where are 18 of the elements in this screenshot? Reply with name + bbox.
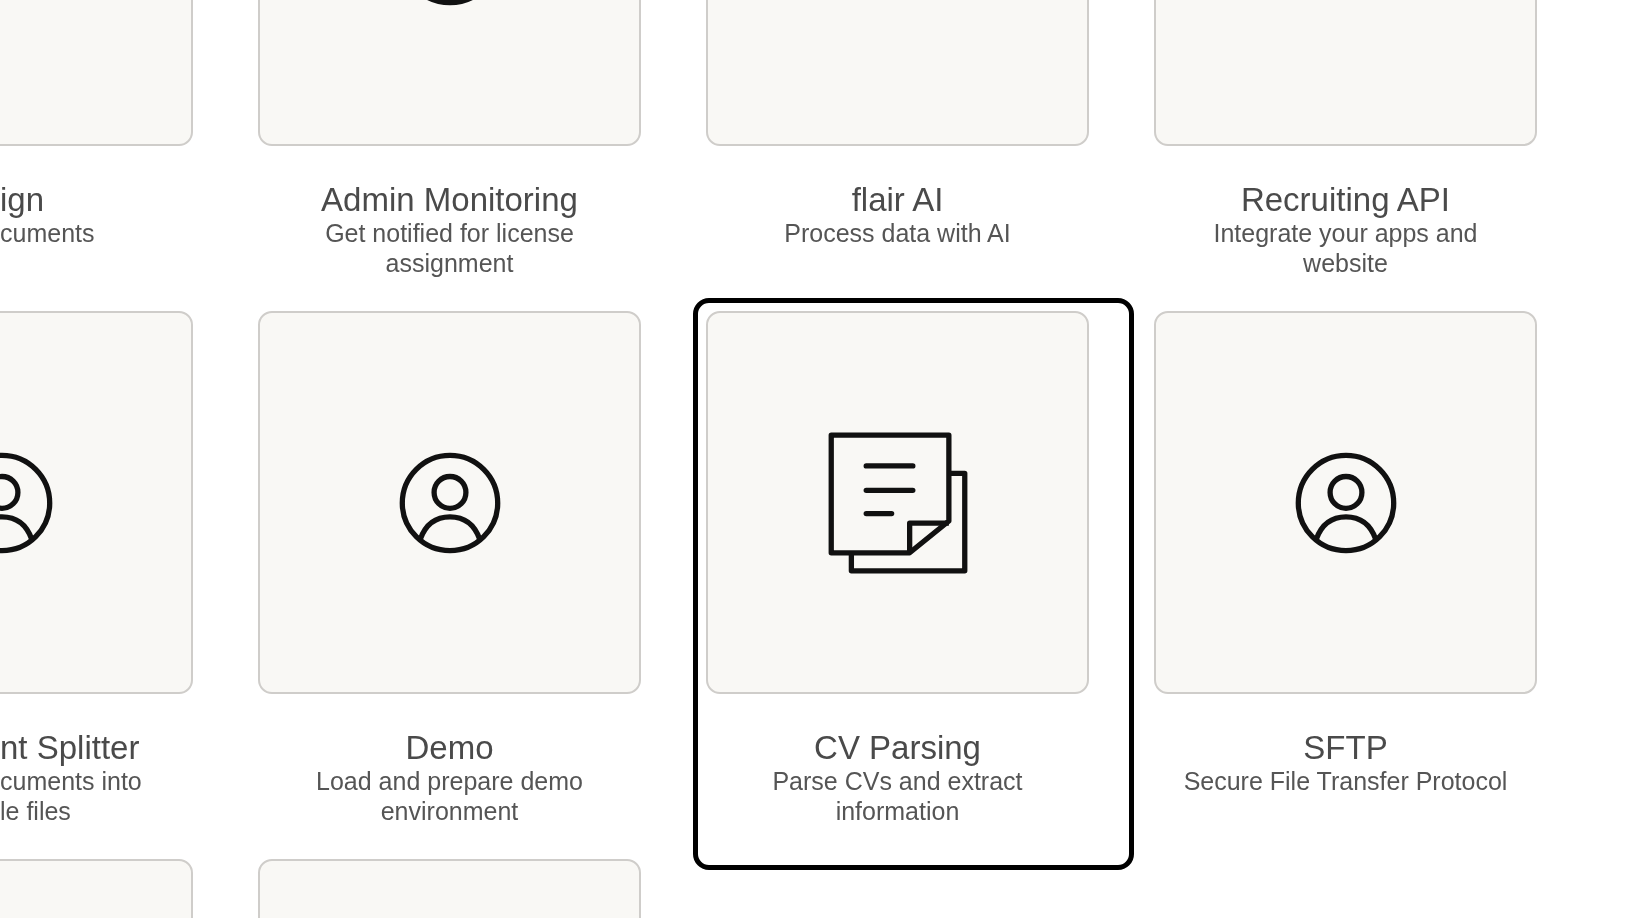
- card-description: Process data with AI: [784, 218, 1011, 248]
- integration-card[interactable]: [706, 311, 1089, 694]
- card-description: Parse CVs and extract information: [771, 766, 1024, 826]
- card-title: Demo: [405, 730, 494, 766]
- card-description: Secure File Transfer Protocol: [1183, 766, 1508, 796]
- card-description: Load and prepare demo environment: [315, 766, 584, 826]
- card-title: Recruiting API: [1240, 182, 1451, 218]
- card-title: CV Parsing: [814, 730, 981, 766]
- card-title: ign: [0, 182, 45, 218]
- card-description: Get notified for license assignment: [324, 218, 575, 278]
- card-description: cuments: [0, 218, 95, 248]
- card-description: cuments into le files: [0, 766, 142, 826]
- documents-icon: [827, 431, 968, 574]
- card-title: Admin Monitoring: [321, 182, 578, 218]
- card-title: flair AI: [851, 182, 944, 218]
- card-description: Integrate your apps and website: [1212, 218, 1479, 278]
- card-title: SFTP: [1303, 730, 1388, 766]
- card-title: nt Splitter: [0, 730, 140, 766]
